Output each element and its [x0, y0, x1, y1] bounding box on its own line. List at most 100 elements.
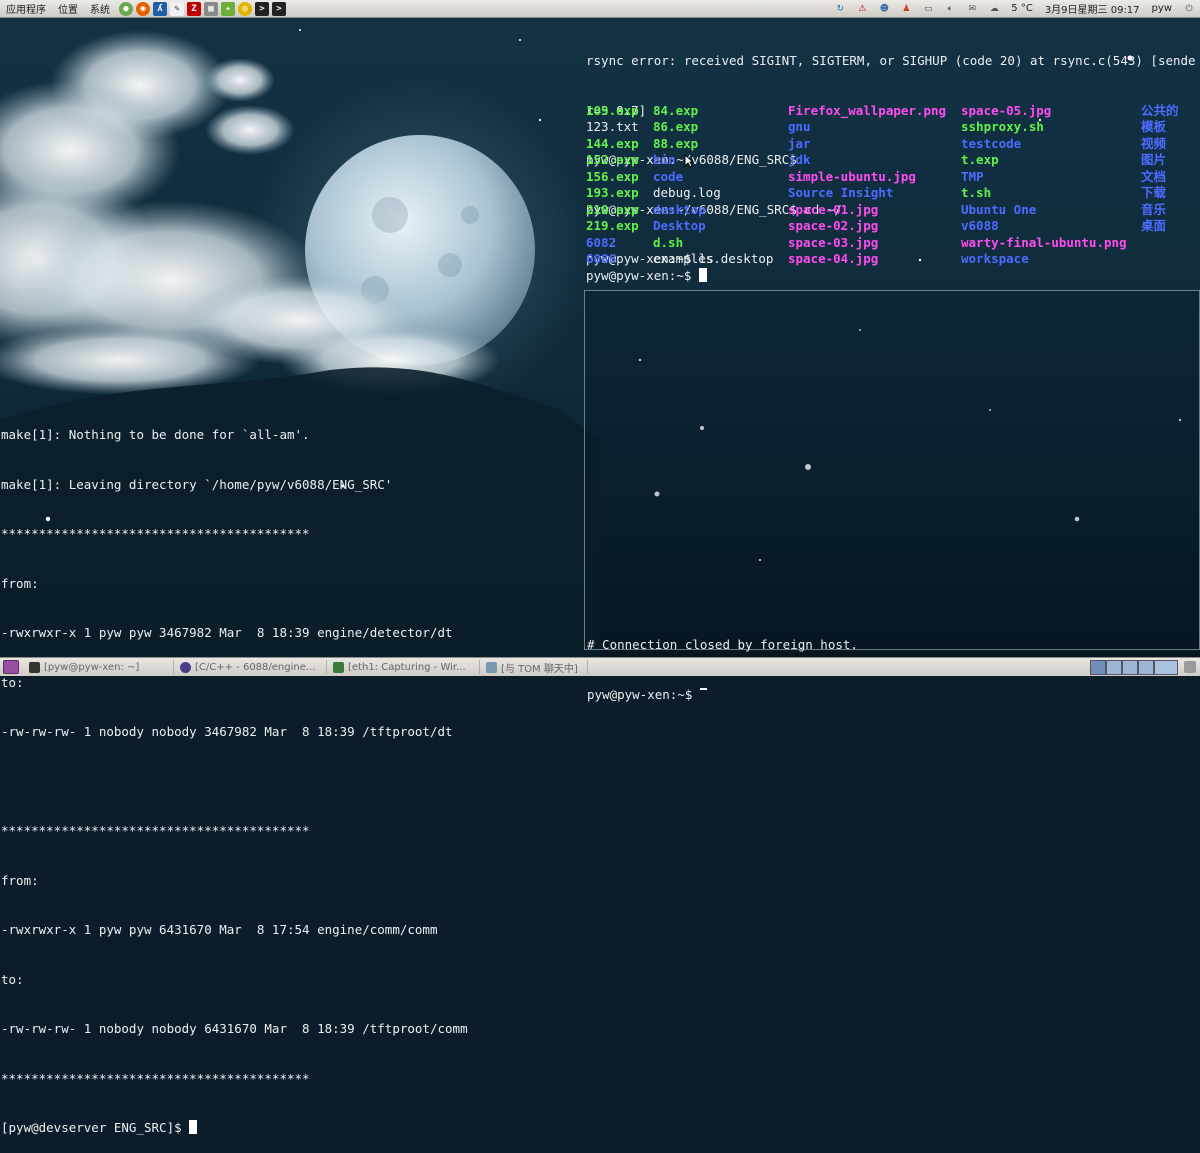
ls-entry: warty-final-ubuntu.png [961, 234, 1127, 250]
taskbar-label: [pyw@pyw-xen: ~] [44, 661, 140, 673]
show-desktop-icon[interactable] [3, 660, 19, 674]
app-launcher-icon[interactable]: ● [119, 1, 133, 16]
text-cursor [189, 1120, 198, 1134]
firefox-icon[interactable]: ◉ [136, 1, 150, 16]
taskbar-label: [eth1: Capturing - Wir... [348, 661, 466, 673]
ls-entry: 下载 [1141, 185, 1167, 200]
temperature[interactable]: 5 °C [1011, 3, 1033, 14]
taskbar-item-wireshark[interactable]: [eth1: Capturing - Wir... [331, 660, 480, 674]
terminal-right-bottom[interactable]: # Connection closed by foreign host. pyw… [584, 290, 1200, 702]
trash-icon[interactable] [1184, 661, 1196, 673]
user-icon[interactable]: ☻ [877, 2, 891, 15]
ls-entry: 156.exp [586, 168, 639, 184]
ls-entry: jdk [788, 152, 811, 167]
ls-entry: bin [653, 152, 676, 167]
warning-icon[interactable]: ⚠ [855, 2, 869, 15]
terminal-prompt-line[interactable]: pyw@pyw-xen:~$ [586, 267, 707, 285]
ls-entry: sshproxy.sh [961, 119, 1044, 134]
terminal-line: -rwxrwxr-x 1 pyw pyw 3467982 Mar 8 18:39… [1, 625, 453, 640]
ls-entry: examples.desktop [653, 251, 774, 266]
terminal-left[interactable]: make[1]: Nothing to be done for `all-am'… [1, 394, 576, 1153]
ls-entry: 84.exp [653, 102, 699, 118]
menu-applications[interactable]: 应用程序 [0, 1, 52, 16]
chat-icon[interactable]: ♟ [899, 2, 913, 15]
text-editor-icon[interactable]: ✎ [170, 1, 184, 16]
terminal-icon[interactable]: > [255, 1, 269, 16]
weather-icon[interactable]: ☁ [987, 2, 1001, 15]
workspace-2[interactable] [1106, 660, 1122, 675]
text-cursor [698, 267, 707, 282]
update-icon[interactable]: ↻ [833, 2, 847, 15]
menu-system[interactable]: 系统 [84, 1, 116, 16]
power-icon[interactable]: ⏻ [1182, 2, 1196, 15]
terminal-line: -rw-rw-rw- 1 nobody nobody 6431670 Mar 8… [1, 1021, 468, 1036]
ls-entry: t.exp [961, 152, 999, 167]
filezilla-icon[interactable]: Z [187, 1, 201, 16]
terminal-prompt: [pyw@devserver ENG_SRC]$ [1, 1120, 190, 1135]
ls-entry: Source Insight [788, 185, 894, 200]
workspace-switcher[interactable] [1090, 658, 1180, 676]
username[interactable]: pyw [1152, 3, 1172, 14]
terminal-prompt-line[interactable]: [pyw@devserver ENG_SRC]$ [1, 1120, 576, 1137]
battery-icon[interactable]: ▭ [921, 2, 935, 15]
ls-entry: 144.exp [586, 135, 639, 151]
volume-icon[interactable]: 🔈︎ [943, 2, 957, 15]
ls-entry: code [653, 168, 684, 184]
workspace-3[interactable] [1122, 660, 1138, 675]
terminal-line: -rw-rw-rw- 1 nobody nobody 3467982 Mar 8… [1, 724, 453, 739]
terminal-line: rsync error: received SIGINT, SIGTERM, o… [586, 53, 1196, 68]
ls-entry: 193.exp [586, 185, 639, 200]
terminal-line: -rwxrwxr-x 1 pyw pyw 6431670 Mar 8 17:54… [1, 922, 438, 937]
system-tray: ↻ ⚠ ☻ ♟ ▭ 🔈︎ ✉ ☁ 5 °C 3月9日星期三 09:17 pyw … [829, 0, 1200, 17]
terminal-line: make[1]: Nothing to be done for `all-am'… [1, 427, 310, 442]
terminal-icon-2[interactable]: > [272, 1, 286, 16]
ls-entry: 86.exp [653, 119, 699, 134]
terminal-line: make[1]: Leaving directory `/home/pyw/v6… [1, 476, 393, 492]
workspace-1[interactable] [1090, 660, 1106, 675]
taskbar-item-chat[interactable]: [与 TOM 聊天中] [484, 660, 588, 674]
ls-entry: jar [788, 135, 811, 151]
ls-entry: v6088 [961, 218, 999, 233]
ls-entry: 音乐 [1141, 201, 1167, 217]
ls-entry: gnu [788, 119, 811, 134]
ls-entry: space-01.jpg [788, 201, 879, 217]
terminal-line: ****************************************… [1, 1070, 310, 1086]
calculator-icon[interactable]: ▦ [204, 1, 218, 16]
ls-entry: 123.txt [586, 119, 639, 134]
terminal-icon [29, 661, 40, 673]
workspace-5[interactable] [1154, 660, 1178, 675]
mouse-pointer-icon [684, 154, 694, 168]
ls-entry: 210.exp [586, 201, 639, 217]
terminal-prompt: pyw@pyw-xen:~$ [587, 686, 700, 702]
terminal-line: ****************************************… [1, 526, 310, 541]
terminal-prompt-line[interactable]: pyw@pyw-xen:~$ [587, 687, 858, 704]
taskbar-item-eclipse[interactable]: [C/C++ - 6088/engine... [178, 660, 327, 674]
workspace-4[interactable] [1138, 660, 1154, 675]
ls-entry: 6086 [586, 251, 617, 266]
ls-output: 109.exp 123.txt 144.exp 152.exp 156.exp 193.e… [586, 103, 1198, 268]
pidgin-icon[interactable]: ✦ [221, 1, 235, 16]
taskbar-item-terminal[interactable]: [pyw@pyw-xen: ~] [27, 660, 174, 674]
top-panel: 应用程序 位置 系统 ● ◉ ʎ ✎ Z ▦ ✦ ◎ > > ↻ ⚠ ☻ ♟ ▭… [0, 0, 1200, 18]
terminal-line: ****************************************… [1, 823, 310, 838]
mail-icon[interactable]: ✉ [965, 2, 979, 15]
ls-entry: 模板 [1141, 119, 1167, 134]
ls-entry: space-04.jpg [788, 251, 879, 266]
terminal-line: # Connection closed by foreign host. [587, 637, 858, 652]
ls-entry: 6082 [586, 234, 617, 250]
clock[interactable]: 3月9日星期三 09:17 [1045, 1, 1140, 16]
menu-places[interactable]: 位置 [52, 1, 84, 16]
chrome-icon[interactable]: ◎ [238, 1, 252, 16]
bottom-panel: [pyw@pyw-xen: ~] [C/C++ - 6088/engine...… [0, 657, 1200, 676]
ls-entry: 152.exp [586, 152, 639, 167]
text-cursor [699, 687, 707, 690]
ls-entry: TMP [961, 168, 984, 184]
ls-entry: desktop [653, 201, 706, 217]
ls-entry: 88.exp [653, 135, 699, 151]
terminal-right-top[interactable]: rsync error: received SIGINT, SIGTERM, o… [586, 20, 1198, 285]
wireshark-icon[interactable]: ʎ [153, 1, 167, 16]
ls-entry: d.sh [653, 234, 684, 250]
ls-entry: 桌面 [1141, 218, 1167, 233]
terminal-line: from: [1, 575, 39, 591]
